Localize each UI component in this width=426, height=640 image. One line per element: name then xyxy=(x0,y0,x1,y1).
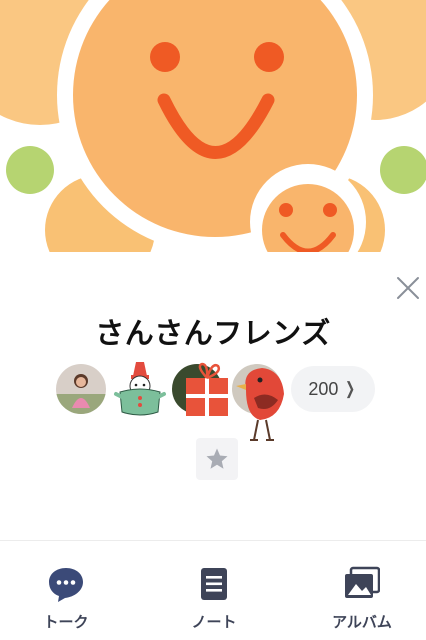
tab-note-label: ノート xyxy=(191,613,237,631)
cover-image xyxy=(0,0,426,252)
tab-album[interactable]: アルバム xyxy=(302,541,422,640)
member-count-button[interactable]: 200 ❯ xyxy=(291,366,375,412)
star-icon xyxy=(206,448,228,469)
tab-talk-label: トーク xyxy=(43,613,89,631)
tab-album-label: アルバム xyxy=(332,613,392,631)
member-avatar[interactable] xyxy=(114,362,166,416)
member-avatar[interactable] xyxy=(232,364,284,441)
tab-talk[interactable]: トーク xyxy=(6,541,126,640)
bird-avatar-icon xyxy=(232,364,284,441)
group-profile-screen: さんさんフレンズ 200 ❯ トーク ノート アルバム xyxy=(0,0,426,640)
chat-bubble-icon xyxy=(48,566,84,602)
member-avatar[interactable] xyxy=(172,362,228,416)
sun-mascot-illustration xyxy=(0,0,426,252)
close-icon xyxy=(397,277,419,299)
member-avatar[interactable] xyxy=(56,364,106,414)
bottom-tab-bar: トーク ノート アルバム xyxy=(0,541,426,640)
tab-note[interactable]: ノート xyxy=(154,541,274,640)
snowman-avatar-icon xyxy=(114,362,166,416)
close-button[interactable] xyxy=(396,276,420,300)
album-icon xyxy=(344,566,381,602)
member-avatars: 200 ❯ xyxy=(56,362,386,446)
gift-box-avatar-icon xyxy=(172,362,228,416)
note-icon xyxy=(196,566,232,602)
member-count-value: 200 xyxy=(308,378,339,399)
chevron-right-icon: ❯ xyxy=(345,379,356,398)
person-photo-icon xyxy=(56,364,106,414)
favorite-button[interactable] xyxy=(196,438,238,480)
group-name: さんさんフレンズ xyxy=(95,316,331,350)
